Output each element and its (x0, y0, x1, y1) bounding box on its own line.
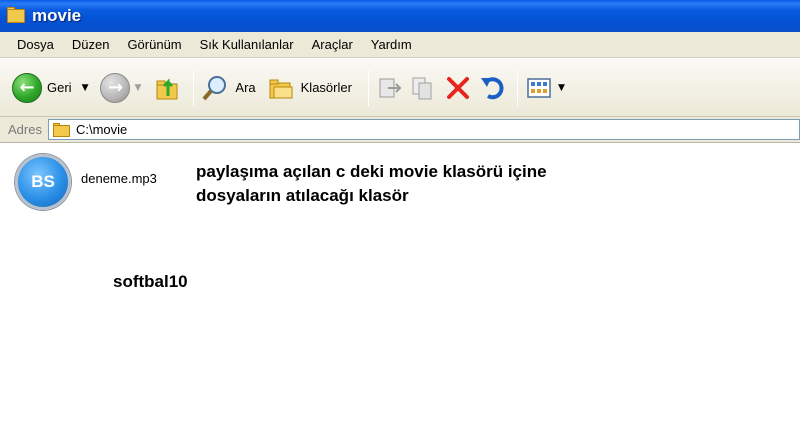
undo-icon (477, 73, 507, 103)
delete-button[interactable] (443, 68, 473, 108)
views-dropdown-icon[interactable]: ▼ (558, 83, 565, 93)
annotation-line: dosyaların atılacağı klasör (196, 186, 409, 205)
signature-text: softbal10 (113, 272, 188, 291)
address-label: Adres (8, 122, 42, 137)
file-list-pane: BS deneme.mp3 paylaşıma açılan c deki mo… (0, 144, 800, 431)
file-name: deneme.mp3 (81, 170, 157, 186)
search-icon (200, 73, 230, 103)
forward-button[interactable]: → ▼ (100, 68, 149, 108)
menu-tools[interactable]: Araçlar (303, 37, 362, 52)
folders-icon (266, 73, 296, 103)
toolbar-separator (516, 69, 518, 106)
folders-label: Klasörler (300, 80, 352, 95)
forward-arrow-icon: → (100, 72, 131, 103)
address-path: C:\movie (75, 122, 128, 137)
menu-view[interactable]: Görünüm (118, 37, 190, 52)
menu-bar: Dosya Düzen Görünüm Sık Kullanılanlar Ar… (0, 32, 800, 58)
views-grid-icon (524, 73, 554, 103)
annotation-line: paylaşıma açılan c deki movie klasörü iç… (196, 162, 547, 181)
bs-player-icon: BS (15, 154, 71, 210)
back-label: Geri (47, 80, 72, 95)
up-folder-icon (153, 73, 183, 103)
toolbar: ← Geri ▼ → ▼ Ara Klasörler ▼ (0, 59, 800, 117)
annotation-text: paylaşıma açılan c deki movie klasörü iç… (196, 160, 676, 208)
file-item[interactable]: BS deneme.mp3 (15, 154, 157, 210)
menu-file[interactable]: Dosya (8, 37, 63, 52)
folders-button[interactable]: Klasörler (266, 68, 358, 108)
delete-icon (443, 73, 473, 103)
toolbar-separator (193, 69, 195, 106)
folder-icon (52, 122, 71, 137)
explorer-window: movie Dosya Düzen Görünüm Sık Kullanılan… (0, 0, 800, 431)
window-title: movie (32, 6, 82, 25)
up-folder-button[interactable] (153, 68, 183, 108)
title-bar[interactable]: movie (0, 0, 800, 32)
move-to-icon (375, 73, 405, 103)
views-button[interactable]: ▼ (524, 68, 573, 108)
copy-to-button[interactable] (409, 68, 439, 108)
back-button[interactable]: ← Geri ▼ (12, 68, 96, 108)
copy-to-icon (409, 73, 439, 103)
forward-dropdown-icon[interactable]: ▼ (134, 83, 141, 93)
menu-help[interactable]: Yardım (362, 37, 421, 52)
back-arrow-icon: ← (12, 72, 42, 103)
menu-favorites[interactable]: Sık Kullanılanlar (191, 37, 303, 52)
folder-icon (6, 7, 26, 25)
back-dropdown-icon[interactable]: ▼ (82, 83, 89, 93)
toolbar-separator (367, 69, 369, 106)
move-to-button[interactable] (375, 68, 405, 108)
address-input[interactable]: C:\movie (47, 119, 800, 140)
search-label: Ara (235, 80, 256, 95)
search-button[interactable]: Ara (200, 68, 261, 108)
address-bar: Adres C:\movie (0, 117, 800, 143)
undo-button[interactable] (477, 68, 507, 108)
menu-edit[interactable]: Düzen (63, 37, 119, 52)
